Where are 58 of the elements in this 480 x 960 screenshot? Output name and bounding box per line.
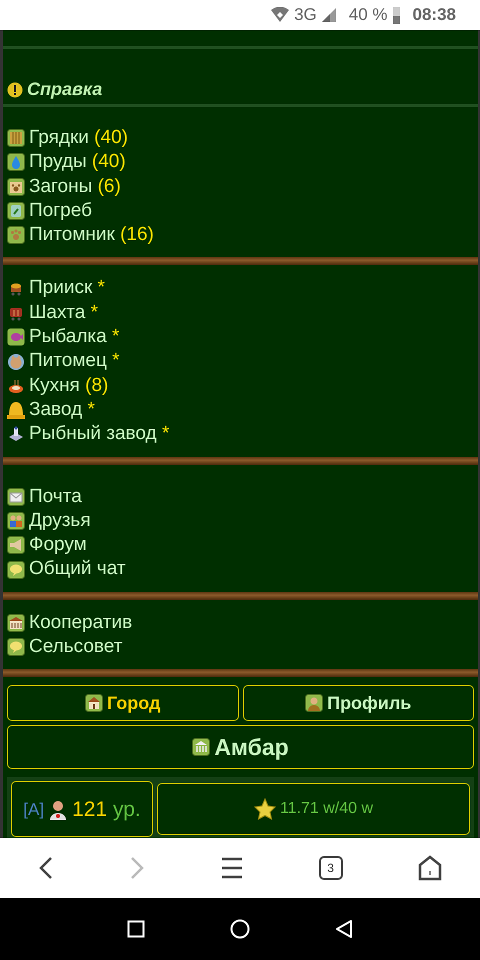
nav-button[interactable]: Профиль (242, 685, 474, 722)
clock: 08:38 (412, 4, 456, 26)
menu-link[interactable]: Завод * (29, 398, 95, 422)
signal-icon (320, 7, 337, 23)
menu-link[interactable]: Шахта * (29, 300, 98, 326)
menu-link[interactable]: Кооператив (29, 610, 132, 636)
menu-link[interactable]: Почта (29, 484, 82, 509)
menu-link[interactable]: Питомник (16) (29, 223, 154, 248)
menu-link[interactable]: Грядки (40) (29, 126, 128, 150)
menu-link[interactable]: Рыбный завод * (29, 422, 170, 447)
person-icon (305, 694, 324, 712)
back-icon[interactable] (38, 856, 54, 880)
menu-icon[interactable] (220, 857, 243, 879)
menu-link[interactable]: Форум (29, 533, 87, 558)
cat-icon (7, 352, 25, 371)
menu-link[interactable]: Общий чат (29, 557, 126, 582)
player-level: 121 ур. (72, 796, 141, 823)
jar-icon (7, 202, 25, 220)
fish-icon (7, 328, 25, 346)
paw-icon (7, 226, 25, 244)
home-icon[interactable] (418, 855, 442, 881)
hard-hat-icon (7, 401, 25, 420)
back-icon[interactable] (335, 919, 353, 939)
paw-icon (7, 178, 25, 196)
menu-link[interactable]: Погреб (29, 198, 92, 224)
people-icon (7, 512, 25, 530)
battery-percent: 40 % (348, 4, 388, 26)
menu-link[interactable]: Загоны (6) (29, 174, 121, 199)
menu-link[interactable]: Пруды (40) (29, 150, 126, 175)
envelope-icon (7, 488, 25, 506)
warning-icon (7, 82, 23, 98)
network-type: 3G (294, 4, 317, 26)
megaphone-icon (7, 536, 25, 554)
columns-icon (192, 738, 210, 756)
recents-icon[interactable] (127, 920, 145, 938)
weight-text: 11.71 w/40 w (280, 799, 374, 820)
clan-tag[interactable]: [A] (23, 796, 44, 822)
nav-button[interactable]: Город (7, 685, 238, 722)
fence-icon (7, 129, 25, 148)
factory-icon (7, 425, 25, 444)
tabs-button[interactable]: 3 (318, 856, 343, 880)
help-heading[interactable]: Справка (27, 76, 102, 103)
barn-button[interactable]: Амбар (7, 725, 474, 770)
menu-link[interactable]: Прииск * (29, 276, 105, 301)
menu-link[interactable]: Питомец * (29, 349, 120, 374)
wifi-icon (270, 7, 290, 23)
speech-bubble-icon (7, 560, 25, 579)
water-drop-icon (7, 153, 25, 172)
menu-link[interactable]: Кухня (8) (29, 374, 108, 398)
avatar-icon (48, 798, 68, 820)
house-icon (85, 694, 103, 712)
battery-icon (392, 6, 401, 24)
menu-link[interactable]: Сельсовет (29, 635, 122, 660)
building-icon (7, 614, 25, 632)
menu-link[interactable]: Друзья (29, 508, 91, 534)
star-icon (254, 798, 276, 820)
menu-link[interactable]: Рыбалка * (29, 325, 120, 350)
speech-bubble-icon (7, 638, 25, 656)
